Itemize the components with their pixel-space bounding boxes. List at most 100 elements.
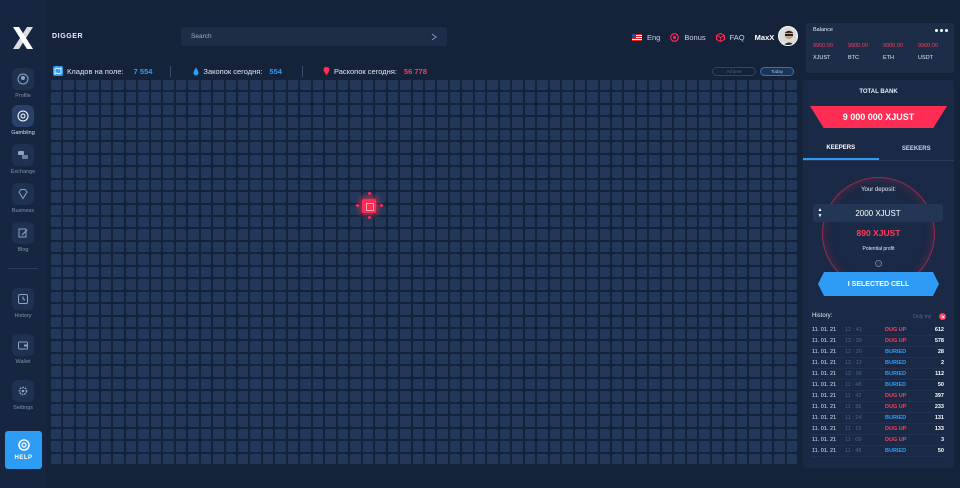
grid-cell[interactable]	[163, 403, 174, 415]
grid-cell[interactable]	[611, 142, 623, 153]
grid-cell[interactable]	[574, 453, 586, 464]
grid-cell[interactable]	[487, 279, 498, 290]
grid-cell[interactable]	[636, 391, 648, 402]
grid-cell[interactable]	[412, 204, 423, 215]
grid-cell[interactable]	[75, 378, 87, 390]
grid-cell[interactable]	[350, 104, 361, 116]
grid-cell[interactable]	[611, 192, 623, 203]
grid-cell[interactable]	[749, 291, 760, 303]
grid-cell[interactable]	[125, 104, 137, 116]
grid-cell[interactable]	[674, 416, 685, 427]
grid-cell[interactable]	[661, 266, 673, 278]
grid-cell[interactable]	[237, 104, 249, 116]
grid-cell[interactable]	[225, 80, 236, 91]
grid-cell[interactable]	[113, 266, 124, 278]
grid-cell[interactable]	[624, 192, 635, 203]
grid-cell[interactable]	[474, 378, 486, 390]
grid-cell[interactable]	[63, 216, 74, 228]
grid-cell[interactable]	[412, 329, 423, 340]
grid-cell[interactable]	[699, 154, 710, 166]
grid-cell[interactable]	[150, 154, 162, 166]
grid-cell[interactable]	[350, 154, 361, 166]
grid-cell[interactable]	[724, 441, 735, 452]
grid-cell[interactable]	[138, 80, 149, 91]
grid-cell[interactable]	[599, 304, 610, 315]
grid-cell[interactable]	[724, 341, 735, 352]
grid-cell[interactable]	[88, 80, 99, 91]
grid-cell[interactable]	[599, 167, 610, 178]
grid-cell[interactable]	[287, 366, 299, 377]
grid-cell[interactable]	[387, 216, 399, 228]
grid-cell[interactable]	[51, 241, 62, 253]
grid-cell[interactable]	[375, 154, 386, 166]
grid-cell[interactable]	[487, 241, 498, 253]
grid-cell[interactable]	[138, 241, 149, 253]
grid-cell[interactable]	[562, 129, 573, 141]
grid-cell[interactable]	[51, 366, 62, 377]
grid-cell[interactable]	[163, 142, 174, 153]
grid-cell[interactable]	[749, 266, 760, 278]
grid-cell[interactable]	[88, 329, 99, 340]
grid-cell[interactable]	[200, 366, 212, 377]
grid-cell[interactable]	[412, 391, 423, 402]
grid-cell[interactable]	[749, 117, 760, 128]
grid-cell[interactable]	[786, 104, 797, 116]
grid-cell[interactable]	[587, 291, 598, 303]
grid-cell[interactable]	[686, 291, 698, 303]
grid-cell[interactable]	[624, 117, 635, 128]
grid-cell[interactable]	[424, 304, 436, 315]
grid-cell[interactable]	[686, 378, 698, 390]
grid-cell[interactable]	[462, 428, 473, 440]
grid-cell[interactable]	[138, 416, 149, 427]
grid-cell[interactable]	[375, 80, 386, 91]
grid-cell[interactable]	[100, 92, 112, 103]
grid-cell[interactable]	[163, 204, 174, 215]
grid-cell[interactable]	[736, 428, 748, 440]
grid-cell[interactable]	[262, 179, 274, 191]
grid-cell[interactable]	[611, 266, 623, 278]
grid-cell[interactable]	[412, 291, 423, 303]
grid-cell[interactable]	[674, 241, 685, 253]
grid-cell[interactable]	[724, 129, 735, 141]
grid-cell[interactable]	[200, 316, 212, 328]
grid-cell[interactable]	[462, 266, 473, 278]
grid-cell[interactable]	[449, 204, 461, 215]
grid-cell[interactable]	[300, 80, 311, 91]
grid-cell[interactable]	[724, 353, 735, 365]
grid-cell[interactable]	[175, 304, 187, 315]
grid-cell[interactable]	[649, 266, 660, 278]
grid-cell[interactable]	[724, 80, 735, 91]
grid-cell[interactable]	[188, 279, 199, 290]
grid-cell[interactable]	[562, 204, 573, 215]
grid-cell[interactable]	[200, 254, 212, 265]
grid-cell[interactable]	[100, 241, 112, 253]
grid-cell[interactable]	[449, 403, 461, 415]
grid-cell[interactable]	[574, 353, 586, 365]
grid-cell[interactable]	[225, 441, 236, 452]
grid-cell[interactable]	[749, 416, 760, 427]
grid-cell[interactable]	[549, 254, 561, 265]
grid-cell[interactable]	[749, 391, 760, 402]
grid-cell[interactable]	[524, 403, 536, 415]
grid-cell[interactable]	[125, 304, 137, 315]
grid-cell[interactable]	[574, 92, 586, 103]
grid-cell[interactable]	[449, 229, 461, 240]
grid-cell[interactable]	[537, 129, 548, 141]
grid-cell[interactable]	[362, 167, 374, 178]
grid-cell[interactable]	[350, 341, 361, 352]
grid-cell[interactable]	[562, 416, 573, 427]
grid-cell[interactable]	[163, 453, 174, 464]
grid-cell[interactable]	[574, 254, 586, 265]
grid-cell[interactable]	[300, 353, 311, 365]
grid-cell[interactable]	[562, 453, 573, 464]
grid-cell[interactable]	[275, 229, 286, 240]
grid-cell[interactable]	[736, 391, 748, 402]
grid-cell[interactable]	[487, 304, 498, 315]
grid-cell[interactable]	[587, 104, 598, 116]
grid-cell[interactable]	[611, 329, 623, 340]
grid-cell[interactable]	[524, 329, 536, 340]
grid-cell[interactable]	[262, 329, 274, 340]
grid-cell[interactable]	[499, 266, 511, 278]
grid-cell[interactable]	[387, 80, 399, 91]
grid-cell[interactable]	[163, 378, 174, 390]
